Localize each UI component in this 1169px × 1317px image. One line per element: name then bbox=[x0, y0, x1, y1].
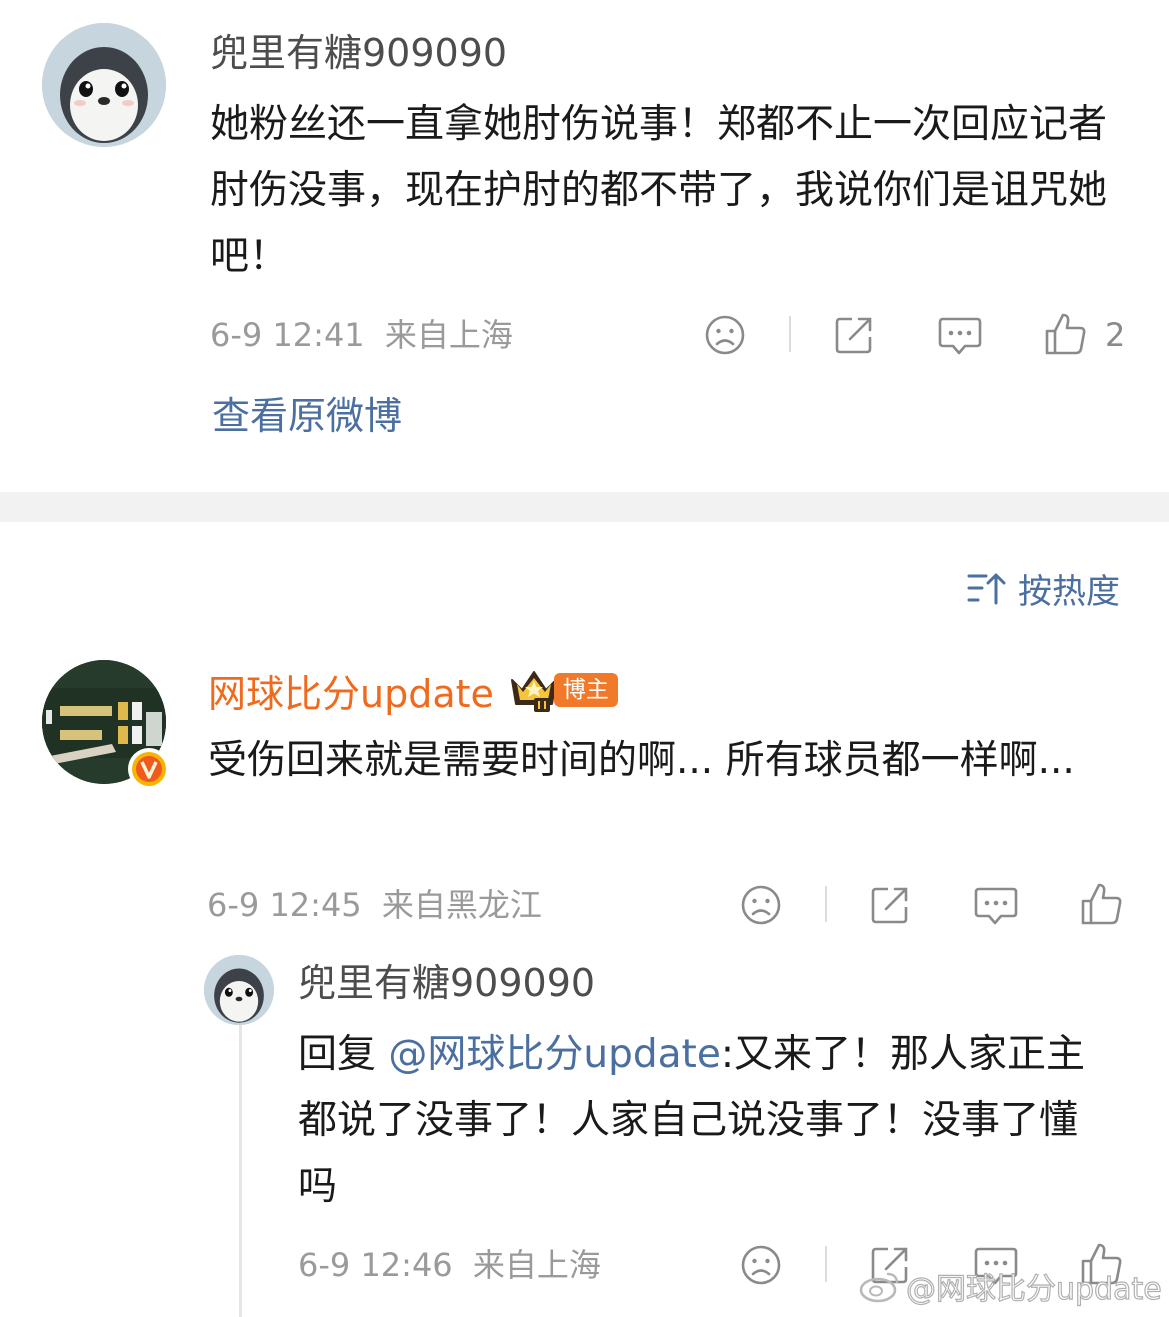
avatar[interactable] bbox=[204, 955, 274, 1025]
divider bbox=[825, 1246, 827, 1282]
comment-text: 她粉丝还一直拿她肘伤说事！郑都不止一次回应记者肘伤没事，现在护肘的都不带了，我说… bbox=[210, 102, 1108, 279]
weibo-logo-icon bbox=[859, 1272, 899, 1303]
sort-label: 按热度 bbox=[1018, 571, 1120, 612]
avatar[interactable] bbox=[42, 23, 166, 147]
sort-button[interactable]: 按热度 bbox=[966, 566, 1120, 612]
penguin-avatar-icon bbox=[204, 955, 274, 1025]
divider bbox=[825, 886, 827, 922]
timestamp-value: 6-9 12:45 bbox=[207, 886, 362, 924]
penguin-avatar-icon bbox=[42, 23, 166, 147]
username[interactable]: 兜里有糖909090 bbox=[298, 960, 595, 1006]
timestamp: 6-9 12:41 来自上海 bbox=[210, 315, 513, 355]
share-button[interactable] bbox=[828, 310, 880, 360]
comment-button[interactable] bbox=[934, 310, 986, 360]
sort-icon bbox=[967, 573, 1006, 605]
location: 来自上海 bbox=[472, 1246, 601, 1284]
mention-link[interactable]: @网球比分update bbox=[388, 1032, 720, 1077]
dislike-button[interactable] bbox=[700, 310, 750, 360]
dislike-icon bbox=[705, 315, 745, 355]
like-count: 2 bbox=[1105, 316, 1126, 354]
share-icon bbox=[835, 317, 872, 354]
dislike-button[interactable] bbox=[736, 1240, 786, 1290]
username[interactable]: 兜里有糖909090 bbox=[210, 30, 507, 76]
comment-button[interactable] bbox=[970, 880, 1022, 930]
username-row: 网球比分update 博主 bbox=[208, 663, 618, 718]
comment-icon bbox=[938, 317, 982, 355]
timestamp-value: 6-9 12:41 bbox=[210, 316, 365, 354]
comment-icon bbox=[974, 887, 1018, 925]
reply-prefix: 回复 bbox=[298, 1032, 389, 1077]
share-button[interactable] bbox=[864, 880, 916, 930]
watermark-text: @网球比分update bbox=[905, 1271, 1162, 1307]
location: 来自上海 bbox=[384, 316, 513, 354]
blogger-badge: 博主 bbox=[553, 673, 618, 707]
comment-text: 受伤回来就是需要时间的啊... 所有球员都一样啊... bbox=[208, 738, 1075, 783]
timestamp: 6-9 12:46 来自上海 bbox=[298, 1245, 601, 1285]
watermark: @网球比分update bbox=[858, 1266, 1162, 1308]
like-button[interactable] bbox=[1040, 308, 1090, 360]
reply-text: 回复 @网球比分update:又来了！那人家正主都说了没事了！人家自己说没事了！… bbox=[298, 1022, 1098, 1220]
view-original-link[interactable]: 查看原微博 bbox=[212, 393, 402, 439]
share-icon bbox=[871, 887, 908, 924]
like-button[interactable] bbox=[1076, 878, 1126, 930]
like-icon bbox=[1081, 883, 1122, 925]
timestamp: 6-9 12:45 来自黑龙江 bbox=[207, 885, 542, 925]
reply-thread-line bbox=[239, 1024, 242, 1317]
location: 来自黑龙江 bbox=[381, 886, 542, 924]
verified-icon bbox=[128, 748, 170, 790]
timestamp-value: 6-9 12:46 bbox=[298, 1246, 453, 1284]
dislike-button[interactable] bbox=[736, 880, 786, 930]
crown-icon bbox=[510, 671, 557, 712]
dislike-icon bbox=[741, 885, 781, 925]
like-icon bbox=[1045, 313, 1086, 355]
dislike-icon bbox=[741, 1245, 781, 1285]
username[interactable]: 网球比分update bbox=[208, 663, 494, 718]
divider bbox=[789, 316, 791, 352]
section-divider bbox=[0, 492, 1169, 522]
